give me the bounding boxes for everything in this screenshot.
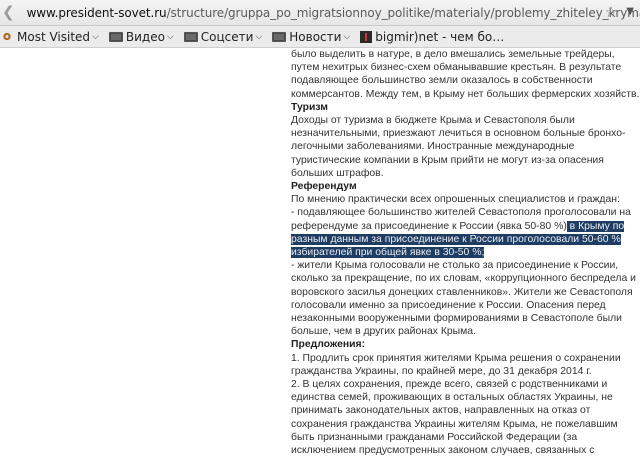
chevron-down-icon: ⌵ xyxy=(92,31,99,42)
back-button[interactable]: ❮ xyxy=(2,2,15,24)
site-icon xyxy=(360,30,373,43)
paragraph-tourism: Доходы от туризма в бюджете Крыма и Сева… xyxy=(291,115,626,179)
bookmark-most-visited[interactable]: Most Visited ⌵ xyxy=(0,30,99,44)
address-bar[interactable]: ❮ www.president-sovet.ru/structure/grupp… xyxy=(0,0,640,26)
paragraph-referendum-sevastopol: - подавляющее большинство жителей Севаст… xyxy=(291,206,640,259)
paragraph-proposal-1: 1. Продлить срок принятия жителями Крыма… xyxy=(291,352,621,377)
paragraph-land: было выделить в натуре, в дело вмешались… xyxy=(291,49,640,100)
back-arrow-icon: ❮ xyxy=(2,3,15,21)
bookmark-label: Most Visited xyxy=(17,29,91,44)
bookmark-label: Соцсети xyxy=(200,29,254,44)
paragraph-referendum-intro: По мнению практически всех опрошенных сп… xyxy=(291,194,620,206)
bookmark-label: bigmir)net - чем бо… xyxy=(375,29,505,44)
url-path: /structure/gruppa_po_migratsionnoy_polit… xyxy=(166,5,640,20)
gear-icon xyxy=(3,32,11,41)
chevron-down-icon: ⌵ xyxy=(343,31,351,42)
bookmark-star-icon[interactable]: ☆ xyxy=(605,3,618,21)
heading-proposals: Предложения: xyxy=(291,339,366,351)
url-domain: www.president-sovet.ru xyxy=(26,5,167,20)
paragraph-referendum-crimea: - жители Крыма голосовали не столько за … xyxy=(291,260,636,338)
paragraph-proposal-2: 2. В целях сохранения, прежде всего, свя… xyxy=(291,379,618,456)
bookmark-folder-news[interactable]: Новости ⌵ xyxy=(272,30,350,44)
chevron-down-icon: ⌵ xyxy=(255,31,263,42)
bookmark-folder-video[interactable]: Видео ⌵ xyxy=(109,30,174,44)
heading-referendum: Референдум xyxy=(291,181,357,193)
chevron-down-icon: ⌵ xyxy=(166,31,174,42)
url-field[interactable]: www.president-sovet.ru/structure/gruppa_… xyxy=(27,6,640,20)
bookmarks-toolbar: Most Visited ⌵ Видео ⌵ Соцсети ⌵ Новости… xyxy=(0,26,640,48)
article-body: было выделить в натуре, в дело вмешались… xyxy=(291,48,640,456)
bookmark-label: Видео xyxy=(125,29,165,44)
folder-icon xyxy=(109,32,123,42)
bookmark-folder-social[interactable]: Соцсети ⌵ xyxy=(183,29,263,44)
history-dropdown-icon[interactable]: ▼ xyxy=(626,6,634,17)
bookmark-label: Новости xyxy=(289,29,342,44)
folder-icon xyxy=(183,32,198,42)
bookmark-bigmir[interactable]: bigmir)net - чем бо… xyxy=(360,30,504,44)
heading-tourism: Туризм xyxy=(291,101,328,113)
folder-icon xyxy=(272,32,287,42)
